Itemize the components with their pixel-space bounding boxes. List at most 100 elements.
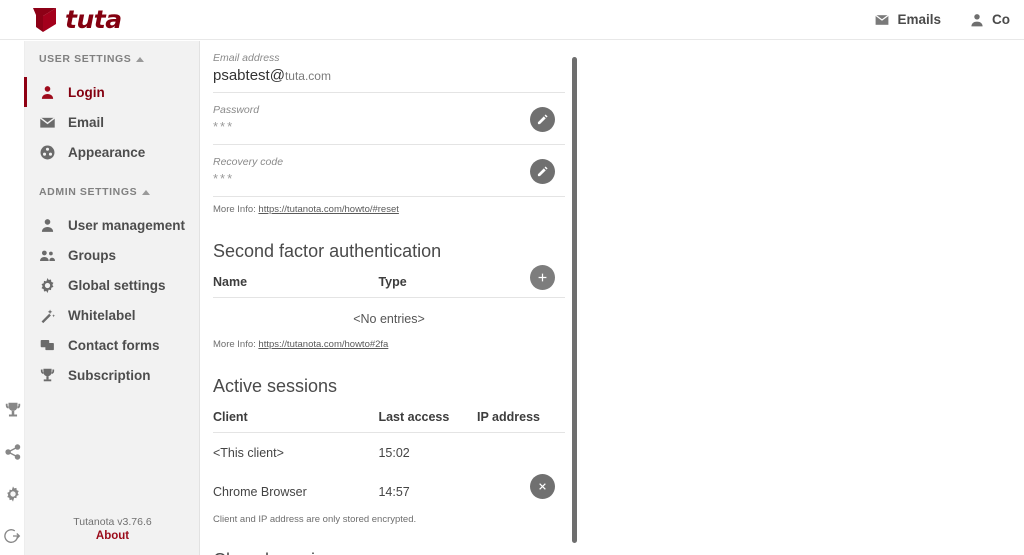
settings-sidebar: USER SETTINGS Login Email xyxy=(25,41,200,555)
forms-icon xyxy=(39,337,56,354)
table-row[interactable]: Chrome Browser 14:57 xyxy=(213,472,565,511)
pencil-icon xyxy=(536,113,549,126)
second-factor-more-info-link[interactable]: https://tutanota.com/howto#2fa xyxy=(258,339,388,350)
second-factor-more-info-prefix: More Info: xyxy=(213,339,258,350)
share-icon[interactable] xyxy=(4,443,22,461)
close-session-button[interactable] xyxy=(530,474,555,499)
app-version: Tutanota v3.76.6 xyxy=(25,515,200,529)
wand-icon xyxy=(39,307,56,324)
add-second-factor-button[interactable] xyxy=(530,265,555,290)
sidebar-footer: Tutanota v3.76.6 About xyxy=(25,515,200,543)
second-factor-table: Name Type xyxy=(213,271,565,298)
table-row[interactable]: <This client> 15:02 xyxy=(213,433,565,473)
active-sessions-col-client: Client xyxy=(213,406,378,433)
sidebar-section-user-settings-label: USER SETTINGS xyxy=(39,53,131,65)
sidebar-item-subscription-label: Subscription xyxy=(68,368,151,383)
content-scrollbar-thumb[interactable] xyxy=(572,57,577,543)
email-address-domain: tuta.com xyxy=(285,69,331,83)
trophy-icon[interactable] xyxy=(4,401,22,419)
reset-more-info-prefix: More Info: xyxy=(213,204,258,215)
envelope-icon xyxy=(39,114,56,131)
people-icon xyxy=(39,247,56,264)
about-link[interactable]: About xyxy=(25,529,200,543)
active-sessions-col-last-access: Last access xyxy=(378,406,477,433)
closed-sessions-header: Closed sessions SHOW xyxy=(213,526,565,555)
sidebar-item-groups-label: Groups xyxy=(68,248,116,263)
active-sessions-header-row: Client Last access IP address xyxy=(213,406,565,433)
session-ip xyxy=(477,433,565,473)
sidebar-item-appearance-label: Appearance xyxy=(68,145,145,160)
sidebar-item-login-label: Login xyxy=(68,85,105,100)
header-item-contacts[interactable]: Co xyxy=(955,0,1024,40)
chevron-up-icon xyxy=(142,190,150,195)
sidebar-section-user-settings[interactable]: USER SETTINGS xyxy=(25,50,199,68)
header-item-emails[interactable]: Emails xyxy=(860,0,955,40)
active-sessions-col-ip: IP address xyxy=(477,406,565,433)
second-factor-empty: <No entries> xyxy=(213,298,565,332)
recovery-code-field[interactable]: Recovery code *** xyxy=(213,145,565,197)
sidebar-item-global-settings-label: Global settings xyxy=(68,278,166,293)
tuta-logo[interactable]: tuta xyxy=(32,5,122,34)
reset-more-info-link[interactable]: https://tutanota.com/howto/#reset xyxy=(258,204,398,215)
sidebar-item-groups[interactable]: Groups xyxy=(25,240,199,270)
sidebar-item-email-label: Email xyxy=(68,115,104,130)
chevron-up-icon xyxy=(136,57,144,62)
plus-icon xyxy=(536,271,549,284)
edit-password-button[interactable] xyxy=(530,107,555,132)
email-address-user: psabtest@ xyxy=(213,67,285,84)
sidebar-item-whitelabel[interactable]: Whitelabel xyxy=(25,300,199,330)
sidebar-item-whitelabel-label: Whitelabel xyxy=(68,308,136,323)
recovery-code-label: Recovery code xyxy=(213,155,565,169)
recovery-code-value: *** xyxy=(213,169,565,197)
second-factor-more-info: More Info: https://tutanota.com/howto#2f… xyxy=(213,332,565,352)
active-sessions-title: Active sessions xyxy=(213,352,565,406)
second-factor-title: Second factor authentication xyxy=(213,217,565,271)
trophy-icon xyxy=(39,367,56,384)
second-factor-header-row: Name Type xyxy=(213,271,565,298)
email-address-value: psabtest@tuta.com xyxy=(213,65,565,93)
sidebar-item-email[interactable]: Email xyxy=(25,107,199,137)
password-value: *** xyxy=(213,117,565,145)
closed-sessions-title: Closed sessions xyxy=(213,548,344,555)
session-client: <This client> xyxy=(213,433,378,473)
top-header: tuta Emails Co xyxy=(0,0,1024,40)
active-sessions-table: Client Last access IP address <This clie… xyxy=(213,406,565,511)
second-factor-col-name: Name xyxy=(213,271,378,298)
sidebar-item-contact-forms-label: Contact forms xyxy=(68,338,160,353)
gear-icon xyxy=(39,277,56,294)
session-last-access: 15:02 xyxy=(378,433,477,473)
rail-bottom-icons xyxy=(0,401,25,545)
header-item-emails-label: Emails xyxy=(897,12,941,27)
login-settings-panel: Email address psabtest@tuta.com Password… xyxy=(201,41,577,555)
session-client: Chrome Browser xyxy=(213,472,378,511)
second-factor-col-type: Type xyxy=(378,271,477,298)
close-icon xyxy=(536,480,549,493)
left-icon-rail xyxy=(0,41,25,555)
sidebar-item-user-management[interactable]: User management xyxy=(25,210,199,240)
person-icon xyxy=(39,217,56,234)
sidebar-item-login[interactable]: Login xyxy=(25,77,199,107)
person-icon xyxy=(969,12,985,28)
gear-icon[interactable] xyxy=(4,485,22,503)
email-address-label: Email address xyxy=(213,51,565,65)
session-last-access: 14:57 xyxy=(378,472,477,511)
active-sessions-note: Client and IP address are only stored en… xyxy=(213,511,565,526)
header-item-contacts-label: Co xyxy=(992,12,1010,27)
sidebar-item-global-settings[interactable]: Global settings xyxy=(25,270,199,300)
reset-more-info: More Info: https://tutanota.com/howto/#r… xyxy=(213,197,565,217)
sidebar-section-admin-settings[interactable]: ADMIN SETTINGS xyxy=(25,183,199,201)
tuta-logo-icon xyxy=(32,7,60,33)
email-address-field[interactable]: Email address psabtest@tuta.com xyxy=(213,41,565,93)
sidebar-item-contact-forms[interactable]: Contact forms xyxy=(25,330,199,360)
header-nav: Emails Co xyxy=(860,0,1024,40)
palette-icon xyxy=(39,144,56,161)
logout-icon[interactable] xyxy=(4,527,22,545)
sidebar-item-appearance[interactable]: Appearance xyxy=(25,137,199,167)
tuta-logo-text: tuta xyxy=(65,5,122,34)
edit-recovery-code-button[interactable] xyxy=(530,159,555,184)
sidebar-item-subscription[interactable]: Subscription xyxy=(25,360,199,390)
password-field[interactable]: Password *** xyxy=(213,93,565,145)
password-label: Password xyxy=(213,103,565,117)
sidebar-section-admin-settings-label: ADMIN SETTINGS xyxy=(39,186,137,198)
envelope-icon xyxy=(874,12,890,28)
